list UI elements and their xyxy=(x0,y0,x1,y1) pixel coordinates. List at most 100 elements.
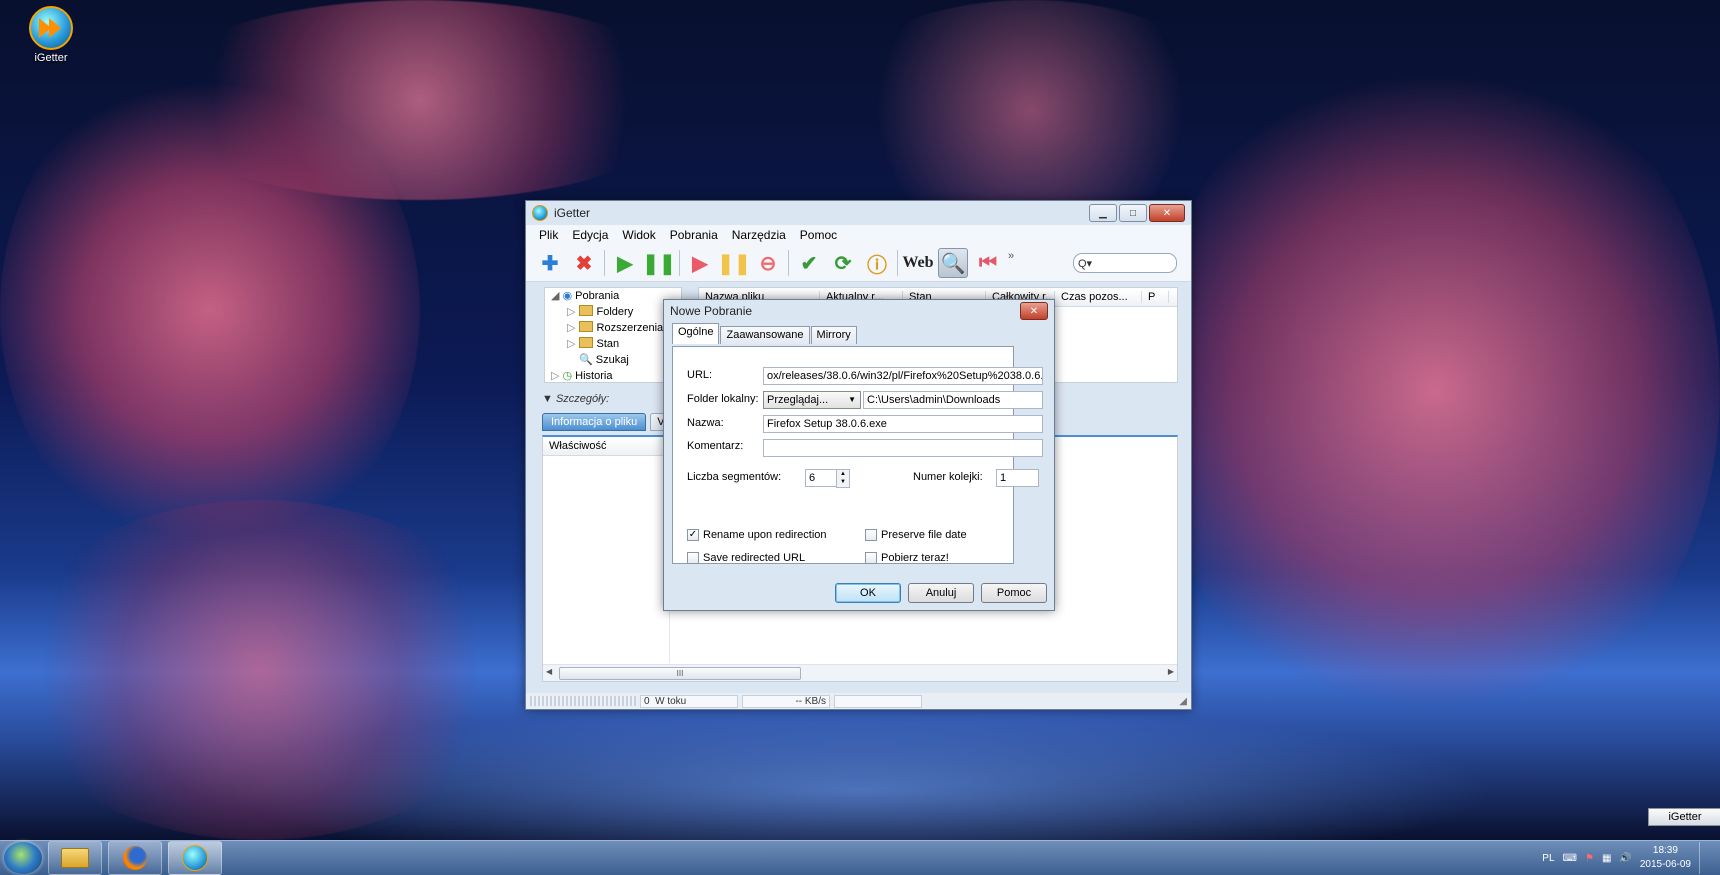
resize-grip-icon[interactable]: ◢ xyxy=(1179,696,1187,707)
info-icon[interactable]: ⓘ xyxy=(863,249,891,277)
horizontal-scrollbar[interactable]: ◀ III ▶ xyxy=(543,664,1177,681)
column-header[interactable]: P xyxy=(1142,291,1169,303)
tree-item-historia[interactable]: ▷ ◷ Historia xyxy=(551,368,681,384)
taskbar-thumbnail-igetter[interactable]: iGetter xyxy=(1648,808,1720,826)
property-column-header[interactable]: Właściwość xyxy=(543,437,669,456)
desktop-icon-label: iGetter xyxy=(34,52,68,64)
dialog-close-button[interactable]: ✕ xyxy=(1020,302,1048,320)
system-tray: PL ⌨ ⚑ ▦ 🔊 18:39 2015-06-09 xyxy=(1542,842,1710,874)
taskbar-firefox[interactable] xyxy=(108,841,162,875)
rename-checkbox[interactable]: ✓ Rename upon redirection xyxy=(687,529,827,541)
menu-widok[interactable]: Widok xyxy=(615,228,662,242)
skip-back-icon[interactable]: ⏮ xyxy=(974,249,1002,277)
name-label: Nazwa: xyxy=(687,417,724,429)
pause-all-icon[interactable]: ❚❚ xyxy=(642,249,676,277)
tab-informacja-o-pliku[interactable]: Informacja o pliku xyxy=(542,413,647,431)
tree-item-stan[interactable]: ▷ Stan xyxy=(551,336,681,352)
firefox-icon xyxy=(123,846,147,870)
taskbar-explorer[interactable] xyxy=(48,841,102,875)
help-button[interactable]: Pomoc xyxy=(981,583,1047,603)
menu-pobrania[interactable]: Pobrania xyxy=(663,228,725,242)
menu-pomoc[interactable]: Pomoc xyxy=(793,228,844,242)
menu-narzedzia[interactable]: Narzędzia xyxy=(725,228,793,242)
status-active-count: 0 W toku xyxy=(640,694,738,708)
preserve-date-checkbox[interactable]: Preserve file date xyxy=(865,529,967,541)
search-input[interactable]: Q▾ xyxy=(1073,253,1177,273)
tree-item-foldery[interactable]: ▷ Foldery xyxy=(551,304,681,320)
start-button[interactable] xyxy=(4,842,42,874)
comment-field[interactable] xyxy=(763,439,1043,457)
tab-zaawansowane[interactable]: Zaawansowane xyxy=(720,326,810,344)
url-label: URL: xyxy=(687,369,713,381)
show-desktop-button[interactable] xyxy=(1699,842,1710,874)
maximize-button[interactable]: □ xyxy=(1119,204,1147,222)
main-toolbar: ✚ ✖ ▶ ❚❚ ▶ ❚❚ ⊖ ✔ ⟳ ⓘ Web 🔍 ⏮ » Q▾ xyxy=(526,245,1191,282)
browse-dropdown[interactable]: Przeglądaj... ▼ xyxy=(763,391,861,409)
tree-item-pobrania[interactable]: ◢ ◉ Pobrania xyxy=(551,288,681,304)
segments-label: Liczba segmentów: xyxy=(687,471,782,483)
keyboard-icon[interactable]: ⌨ xyxy=(1563,853,1577,864)
refresh-icon[interactable]: ⟳ xyxy=(829,249,857,277)
name-field[interactable]: Firefox Setup 38.0.6.exe xyxy=(763,415,1043,433)
menu-edycja[interactable]: Edycja xyxy=(565,228,615,242)
tab-mirrory[interactable]: Mirrory xyxy=(810,326,857,344)
start-icon[interactable]: ▶ xyxy=(686,249,714,277)
ok-button[interactable]: OK xyxy=(835,583,901,603)
volume-icon[interactable]: 🔊 xyxy=(1619,853,1631,864)
app-title-icon xyxy=(532,205,548,221)
details-tabs: Informacja o pliku V xyxy=(542,413,673,431)
blossom-cluster-right xyxy=(1150,40,1720,740)
language-indicator[interactable]: PL xyxy=(1542,853,1554,864)
tree-item-szukaj[interactable]: 🔍 Szukaj xyxy=(551,352,681,368)
clock-date: 2015-06-09 xyxy=(1639,859,1691,870)
scroll-thumb[interactable]: III xyxy=(559,667,801,680)
check-icon[interactable]: ✔ xyxy=(795,249,823,277)
desktop-icon-igetter[interactable]: iGetter xyxy=(22,6,80,64)
dialog-title: Nowe Pobranie xyxy=(670,304,753,318)
clock-time: 18:39 xyxy=(1652,845,1678,856)
search-icon: 🔍 xyxy=(579,354,593,366)
scroll-left-icon[interactable]: ◀ xyxy=(546,667,552,676)
folder-icon xyxy=(578,337,593,348)
web-icon[interactable]: Web xyxy=(902,249,933,277)
queue-field[interactable]: 1 xyxy=(996,469,1039,487)
segments-stepper[interactable]: 6 xyxy=(805,469,838,487)
minimize-button[interactable]: ▁ xyxy=(1089,204,1117,222)
network-icon[interactable]: ▦ xyxy=(1602,853,1611,864)
segments-spin-buttons[interactable]: ▲ ▼ xyxy=(836,469,850,488)
scroll-right-icon[interactable]: ▶ xyxy=(1168,667,1174,676)
folder-icon xyxy=(578,321,593,332)
save-redirected-checkbox[interactable]: Save redirected URL xyxy=(687,552,805,564)
taskbar: PL ⌨ ⚑ ▦ 🔊 18:39 2015-06-09 xyxy=(0,840,1720,875)
folder-icon xyxy=(578,305,593,316)
add-download-icon[interactable]: ✚ xyxy=(536,249,564,277)
magnifier-icon[interactable]: 🔍 xyxy=(938,248,968,278)
blossom-cluster-top xyxy=(140,0,700,200)
pause-icon[interactable]: ❚❚ xyxy=(717,249,751,277)
close-window-button[interactable]: ✕ xyxy=(1149,204,1185,222)
toolbar-overflow-icon[interactable]: » xyxy=(1008,250,1014,262)
menu-plik[interactable]: Plik xyxy=(532,228,565,242)
main-titlebar[interactable]: iGetter ▁ □ ✕ xyxy=(526,201,1191,225)
new-download-dialog: Nowe Pobranie ✕ Ogólne Zaawansowane Mirr… xyxy=(663,299,1055,611)
dialog-tabs: Ogólne Zaawansowane Mirrory xyxy=(664,323,1054,344)
start-all-icon[interactable]: ▶ xyxy=(611,249,639,277)
igetter-app-icon xyxy=(29,6,73,50)
dialog-titlebar[interactable]: Nowe Pobranie ✕ xyxy=(664,300,1054,322)
clock[interactable]: 18:39 2015-06-09 xyxy=(1640,844,1691,872)
download-now-checkbox[interactable]: Pobierz teraz! xyxy=(865,552,949,564)
folder-label: Folder lokalny: xyxy=(687,393,759,405)
stop-icon[interactable]: ⊖ xyxy=(754,249,782,277)
details-toggle[interactable]: ▼ Szczegóły: xyxy=(542,393,609,405)
tree-item-rozszerzenia[interactable]: ▷ Rozszerzenia xyxy=(551,320,681,336)
search-icon: Q▾ xyxy=(1078,257,1093,270)
tab-ogolne[interactable]: Ogólne xyxy=(672,323,720,344)
delete-icon[interactable]: ✖ xyxy=(570,249,598,277)
cancel-button[interactable]: Anuluj xyxy=(908,583,974,603)
action-center-icon[interactable]: ⚑ xyxy=(1585,853,1594,864)
queue-label: Numer kolejki: xyxy=(913,471,983,483)
column-header[interactable]: Czas pozos... xyxy=(1055,291,1142,303)
folder-field[interactable]: C:\Users\admin\Downloads xyxy=(863,391,1043,409)
url-field[interactable]: ox/releases/38.0.6/win32/pl/Firefox%20Se… xyxy=(763,367,1043,385)
taskbar-igetter[interactable] xyxy=(168,841,222,875)
